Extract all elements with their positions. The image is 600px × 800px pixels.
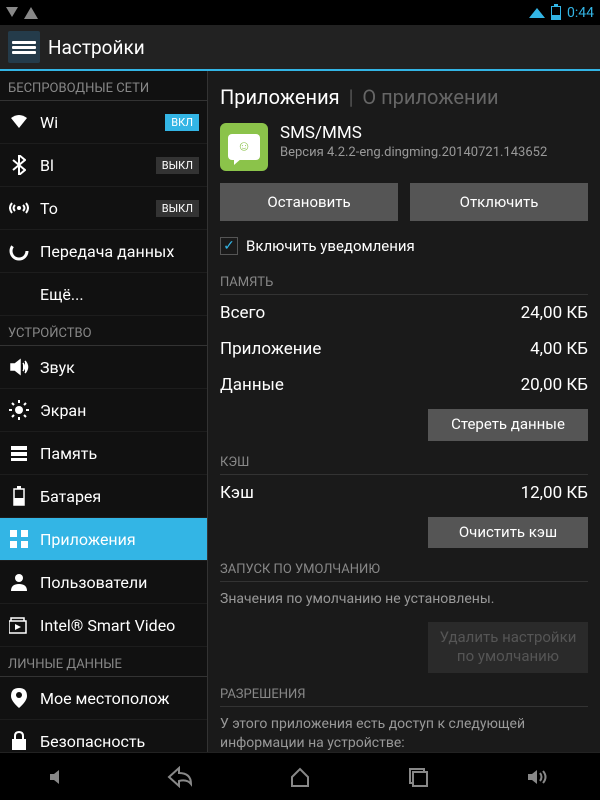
defaults-header: ЗАПУСК ПО УМОЛЧАНИЮ [220,558,588,582]
sidebar-item-intel-video[interactable]: Intel® Smart Video [0,604,207,647]
clear-data-button[interactable]: Стереть данные [428,409,588,441]
sidebar-item-location[interactable]: Мое местополож [0,677,207,720]
battery-icon [8,485,30,507]
status-time: 0:44 [567,5,594,21]
sidebar-item-label: Bl [40,156,54,175]
force-stop-button[interactable]: Остановить [220,183,398,221]
download-icon [6,7,18,17]
location-icon [8,687,30,709]
memory-total-row: Всего 24,00 КБ [220,295,588,331]
users-icon [8,571,30,593]
notifications-checkbox-row[interactable]: ✓ Включить уведомления [220,231,588,267]
sidebar-item-tethering[interactable]: To ВЫКЛ [0,187,207,230]
lock-icon [8,730,30,752]
sidebar-item-label: Передача данных [40,242,174,261]
sidebar-header-device: УСТРОЙСТВО [0,316,207,346]
data-usage-icon [8,240,30,262]
sidebar-item-apps[interactable]: Приложения [0,518,207,561]
sidebar-item-label: Батарея [40,487,101,506]
brightness-icon [8,399,30,421]
sidebar-item-label: Пользователи [40,573,147,592]
sidebar-item-label: To [40,199,58,218]
storage-icon [8,442,30,464]
sidebar-item-storage[interactable]: Память [0,432,207,475]
nav-bar [0,752,600,800]
nav-volume-up[interactable] [526,767,552,787]
sidebar-item-label: Ещё... [40,285,84,304]
memory-header: ПАМЯТЬ [220,271,588,295]
bluetooth-toggle[interactable]: ВЫКЛ [156,157,199,174]
sidebar-item-label: Приложения [40,530,136,549]
warning-icon [24,7,38,19]
permissions-header: РАЗРЕШЕНИЯ [220,683,588,707]
status-bar: 0:44 [0,0,600,25]
defaults-info: Значения по умолчанию не установлены. [220,582,588,616]
sidebar-item-label: Экран [40,401,86,420]
battery-icon [551,6,561,20]
nav-home-button[interactable] [289,766,311,788]
app-name: SMS/MMS [280,123,547,143]
sidebar-item-sound[interactable]: Звук [0,346,207,389]
sidebar-item-display[interactable]: Экран [0,389,207,432]
sidebar-item-label: Звук [40,358,75,377]
memory-app-row: Приложение 4,00 КБ [220,331,588,367]
blank-icon [8,283,30,305]
video-icon [8,614,30,636]
sidebar-header-wireless: БЕСПРОВОДНЫЕ СЕТИ [0,71,207,101]
memory-data-row: Данные 20,00 КБ [220,367,588,403]
wifi-icon [8,111,30,133]
cache-header: КЭШ [220,451,588,475]
breadcrumb-root[interactable]: Приложения [220,85,340,109]
sidebar-item-users[interactable]: Пользователи [0,561,207,604]
checkbox-icon: ✓ [220,237,238,255]
sidebar-item-data-usage[interactable]: Передача данных [0,230,207,273]
clear-cache-button[interactable]: Очистить кэш [428,517,588,549]
title-bar: Настройки [0,25,600,71]
disable-button[interactable]: Отключить [410,183,588,221]
wifi-icon [529,8,545,18]
sidebar-item-battery[interactable]: Батарея [0,475,207,518]
sidebar-item-label: Память [40,444,97,463]
wifi-toggle[interactable]: ВКЛ [165,114,199,131]
app-version: Версия 4.2.2-eng.dingming.20140721.14365… [280,145,547,162]
sidebar-item-label: Wi [40,113,58,132]
sidebar-item-more[interactable]: Ещё... [0,273,207,316]
permissions-info: У этого приложения есть доступ к следующ… [220,707,588,752]
page-title: Настройки [48,36,145,59]
sidebar-item-security[interactable]: Безопасность [0,720,207,752]
apps-icon [8,528,30,550]
signal-icon [8,197,30,219]
nav-volume-down[interactable] [48,767,70,787]
tethering-toggle[interactable]: ВЫКЛ [156,200,199,217]
settings-icon [8,31,40,63]
nav-recents-button[interactable] [407,766,429,788]
nav-back-button[interactable] [167,766,193,788]
clear-defaults-button: Удалить настройки по умолчанию [428,622,588,673]
breadcrumb: Приложения | О приложении [220,85,588,109]
sidebar-header-personal: ЛИЧНЫЕ ДАННЫЕ [0,647,207,677]
sound-icon [8,356,30,378]
sidebar-item-bluetooth[interactable]: Bl ВЫКЛ [0,144,207,187]
sidebar-item-wifi[interactable]: Wi ВКЛ [0,101,207,144]
app-header: ☺ SMS/MMS Версия 4.2.2-eng.dingming.2014… [220,123,588,171]
sidebar-item-label: Мое местополож [40,689,169,708]
cache-row: Кэш 12,00 КБ [220,475,588,511]
sms-app-icon: ☺ [220,123,268,171]
sidebar-item-label: Безопасность [40,732,145,751]
sidebar-item-label: Intel® Smart Video [40,616,175,635]
notifications-label: Включить уведомления [246,237,415,255]
bluetooth-icon [8,154,30,176]
breadcrumb-leaf: О приложении [362,85,498,109]
sidebar: БЕСПРОВОДНЫЕ СЕТИ Wi ВКЛ Bl ВЫКЛ To ВЫКЛ… [0,71,208,752]
content-pane: Приложения | О приложении ☺ SMS/MMS Верс… [208,71,600,752]
